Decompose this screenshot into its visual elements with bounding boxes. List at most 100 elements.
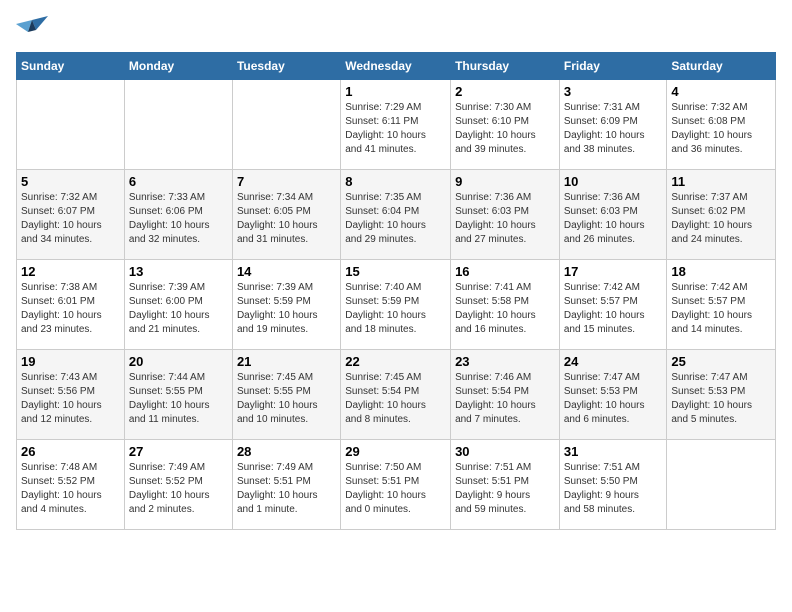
day-info: Sunrise: 7:36 AM Sunset: 6:03 PM Dayligh… bbox=[455, 191, 555, 247]
day-info: Sunrise: 7:47 AM Sunset: 5:53 PM Dayligh… bbox=[671, 371, 771, 427]
day-number: 4 bbox=[671, 84, 771, 99]
weekday-header-thursday: Thursday bbox=[451, 53, 560, 80]
calendar-cell: 22 Sunrise: 7:45 AM Sunset: 5:54 PM Dayli… bbox=[341, 350, 451, 440]
day-info: Sunrise: 7:49 AM Sunset: 5:51 PM Dayligh… bbox=[237, 461, 336, 517]
day-info: Sunrise: 7:48 AM Sunset: 5:52 PM Dayligh… bbox=[21, 461, 120, 517]
weekday-header-friday: Friday bbox=[559, 53, 667, 80]
day-info: Sunrise: 7:51 AM Sunset: 5:51 PM Dayligh… bbox=[455, 461, 555, 517]
calendar-cell: 9 Sunrise: 7:36 AM Sunset: 6:03 PM Daylig… bbox=[451, 170, 560, 260]
day-number: 10 bbox=[564, 174, 663, 189]
day-number: 5 bbox=[21, 174, 120, 189]
day-number: 11 bbox=[671, 174, 771, 189]
calendar-cell: 5 Sunrise: 7:32 AM Sunset: 6:07 PM Daylig… bbox=[17, 170, 125, 260]
calendar-cell: 15 Sunrise: 7:40 AM Sunset: 5:59 PM Dayli… bbox=[341, 260, 451, 350]
calendar-cell bbox=[667, 440, 776, 530]
day-info: Sunrise: 7:39 AM Sunset: 6:00 PM Dayligh… bbox=[129, 281, 228, 337]
day-info: Sunrise: 7:43 AM Sunset: 5:56 PM Dayligh… bbox=[21, 371, 120, 427]
day-info: Sunrise: 7:44 AM Sunset: 5:55 PM Dayligh… bbox=[129, 371, 228, 427]
day-info: Sunrise: 7:42 AM Sunset: 5:57 PM Dayligh… bbox=[671, 281, 771, 337]
calendar-cell bbox=[17, 80, 125, 170]
day-info: Sunrise: 7:32 AM Sunset: 6:07 PM Dayligh… bbox=[21, 191, 120, 247]
weekday-header-row: SundayMondayTuesdayWednesdayThursdayFrid… bbox=[17, 53, 776, 80]
calendar-cell: 28 Sunrise: 7:49 AM Sunset: 5:51 PM Dayli… bbox=[232, 440, 340, 530]
day-number: 12 bbox=[21, 264, 120, 279]
day-info: Sunrise: 7:51 AM Sunset: 5:50 PM Dayligh… bbox=[564, 461, 663, 517]
day-number: 28 bbox=[237, 444, 336, 459]
day-number: 27 bbox=[129, 444, 228, 459]
weekday-header-monday: Monday bbox=[124, 53, 232, 80]
day-number: 3 bbox=[564, 84, 663, 99]
day-info: Sunrise: 7:32 AM Sunset: 6:08 PM Dayligh… bbox=[671, 101, 771, 157]
day-info: Sunrise: 7:46 AM Sunset: 5:54 PM Dayligh… bbox=[455, 371, 555, 427]
header bbox=[16, 16, 776, 44]
day-info: Sunrise: 7:49 AM Sunset: 5:52 PM Dayligh… bbox=[129, 461, 228, 517]
day-number: 22 bbox=[345, 354, 446, 369]
calendar-cell: 18Sunrise: 7:42 AM Sunset: 5:57 PM Dayli… bbox=[667, 260, 776, 350]
day-info: Sunrise: 7:31 AM Sunset: 6:09 PM Dayligh… bbox=[564, 101, 663, 157]
calendar-cell: 12 Sunrise: 7:38 AM Sunset: 6:01 PM Dayli… bbox=[17, 260, 125, 350]
calendar-cell: 6 Sunrise: 7:33 AM Sunset: 6:06 PM Daylig… bbox=[124, 170, 232, 260]
calendar-cell: 19 Sunrise: 7:43 AM Sunset: 5:56 PM Dayli… bbox=[17, 350, 125, 440]
day-number: 31 bbox=[564, 444, 663, 459]
day-info: Sunrise: 7:45 AM Sunset: 5:54 PM Dayligh… bbox=[345, 371, 446, 427]
weekday-header-saturday: Saturday bbox=[667, 53, 776, 80]
calendar-cell: 4 Sunrise: 7:32 AM Sunset: 6:08 PM Daylig… bbox=[667, 80, 776, 170]
day-info: Sunrise: 7:29 AM Sunset: 6:11 PM Dayligh… bbox=[345, 101, 446, 157]
day-number: 30 bbox=[455, 444, 555, 459]
calendar-week-row: 1 Sunrise: 7:29 AM Sunset: 6:11 PM Daylig… bbox=[17, 80, 776, 170]
calendar-cell bbox=[232, 80, 340, 170]
day-info: Sunrise: 7:50 AM Sunset: 5:51 PM Dayligh… bbox=[345, 461, 446, 517]
day-number: 2 bbox=[455, 84, 555, 99]
calendar-cell: 1 Sunrise: 7:29 AM Sunset: 6:11 PM Daylig… bbox=[341, 80, 451, 170]
weekday-header-wednesday: Wednesday bbox=[341, 53, 451, 80]
calendar-week-row: 19 Sunrise: 7:43 AM Sunset: 5:56 PM Dayli… bbox=[17, 350, 776, 440]
calendar-cell: 13 Sunrise: 7:39 AM Sunset: 6:00 PM Dayli… bbox=[124, 260, 232, 350]
day-number: 15 bbox=[345, 264, 446, 279]
calendar-cell: 8 Sunrise: 7:35 AM Sunset: 6:04 PM Daylig… bbox=[341, 170, 451, 260]
calendar-cell: 27 Sunrise: 7:49 AM Sunset: 5:52 PM Dayli… bbox=[124, 440, 232, 530]
logo-icon bbox=[16, 16, 48, 44]
calendar-cell: 31 Sunrise: 7:51 AM Sunset: 5:50 PM Dayli… bbox=[559, 440, 667, 530]
day-number: 9 bbox=[455, 174, 555, 189]
calendar-cell: 10 Sunrise: 7:36 AM Sunset: 6:03 PM Dayli… bbox=[559, 170, 667, 260]
day-info: Sunrise: 7:33 AM Sunset: 6:06 PM Dayligh… bbox=[129, 191, 228, 247]
calendar-cell: 26 Sunrise: 7:48 AM Sunset: 5:52 PM Dayli… bbox=[17, 440, 125, 530]
day-info: Sunrise: 7:39 AM Sunset: 5:59 PM Dayligh… bbox=[237, 281, 336, 337]
calendar-cell: 25 Sunrise: 7:47 AM Sunset: 5:53 PM Dayli… bbox=[667, 350, 776, 440]
calendar-cell: 17Sunrise: 7:42 AM Sunset: 5:57 PM Dayli… bbox=[559, 260, 667, 350]
day-number: 1 bbox=[345, 84, 446, 99]
day-info: Sunrise: 7:40 AM Sunset: 5:59 PM Dayligh… bbox=[345, 281, 446, 337]
day-number: 19 bbox=[21, 354, 120, 369]
day-info: Sunrise: 7:47 AM Sunset: 5:53 PM Dayligh… bbox=[564, 371, 663, 427]
calendar-cell: 16 Sunrise: 7:41 AM Sunset: 5:58 PM Dayli… bbox=[451, 260, 560, 350]
calendar-cell: 11 Sunrise: 7:37 AM Sunset: 6:02 PM Dayli… bbox=[667, 170, 776, 260]
calendar-cell: 23 Sunrise: 7:46 AM Sunset: 5:54 PM Dayli… bbox=[451, 350, 560, 440]
day-number: 20 bbox=[129, 354, 228, 369]
day-info: Sunrise: 7:41 AM Sunset: 5:58 PM Dayligh… bbox=[455, 281, 555, 337]
calendar-cell: 21Sunrise: 7:45 AM Sunset: 5:55 PM Dayli… bbox=[232, 350, 340, 440]
calendar-cell: 2 Sunrise: 7:30 AM Sunset: 6:10 PM Daylig… bbox=[451, 80, 560, 170]
day-number: 13 bbox=[129, 264, 228, 279]
day-info: Sunrise: 7:30 AM Sunset: 6:10 PM Dayligh… bbox=[455, 101, 555, 157]
calendar-table: SundayMondayTuesdayWednesdayThursdayFrid… bbox=[16, 52, 776, 530]
day-info: Sunrise: 7:37 AM Sunset: 6:02 PM Dayligh… bbox=[671, 191, 771, 247]
calendar-week-row: 12 Sunrise: 7:38 AM Sunset: 6:01 PM Dayli… bbox=[17, 260, 776, 350]
day-number: 21 bbox=[237, 354, 336, 369]
day-number: 25 bbox=[671, 354, 771, 369]
day-number: 7 bbox=[237, 174, 336, 189]
day-number: 8 bbox=[345, 174, 446, 189]
day-number: 16 bbox=[455, 264, 555, 279]
day-info: Sunrise: 7:35 AM Sunset: 6:04 PM Dayligh… bbox=[345, 191, 446, 247]
day-number: 26 bbox=[21, 444, 120, 459]
weekday-header-tuesday: Tuesday bbox=[232, 53, 340, 80]
day-number: 14 bbox=[237, 264, 336, 279]
day-number: 17 bbox=[564, 264, 663, 279]
calendar-week-row: 5 Sunrise: 7:32 AM Sunset: 6:07 PM Daylig… bbox=[17, 170, 776, 260]
calendar-cell: 24Sunrise: 7:47 AM Sunset: 5:53 PM Dayli… bbox=[559, 350, 667, 440]
calendar-cell: 20 Sunrise: 7:44 AM Sunset: 5:55 PM Dayli… bbox=[124, 350, 232, 440]
day-number: 6 bbox=[129, 174, 228, 189]
day-info: Sunrise: 7:36 AM Sunset: 6:03 PM Dayligh… bbox=[564, 191, 663, 247]
day-number: 29 bbox=[345, 444, 446, 459]
day-info: Sunrise: 7:38 AM Sunset: 6:01 PM Dayligh… bbox=[21, 281, 120, 337]
day-number: 23 bbox=[455, 354, 555, 369]
